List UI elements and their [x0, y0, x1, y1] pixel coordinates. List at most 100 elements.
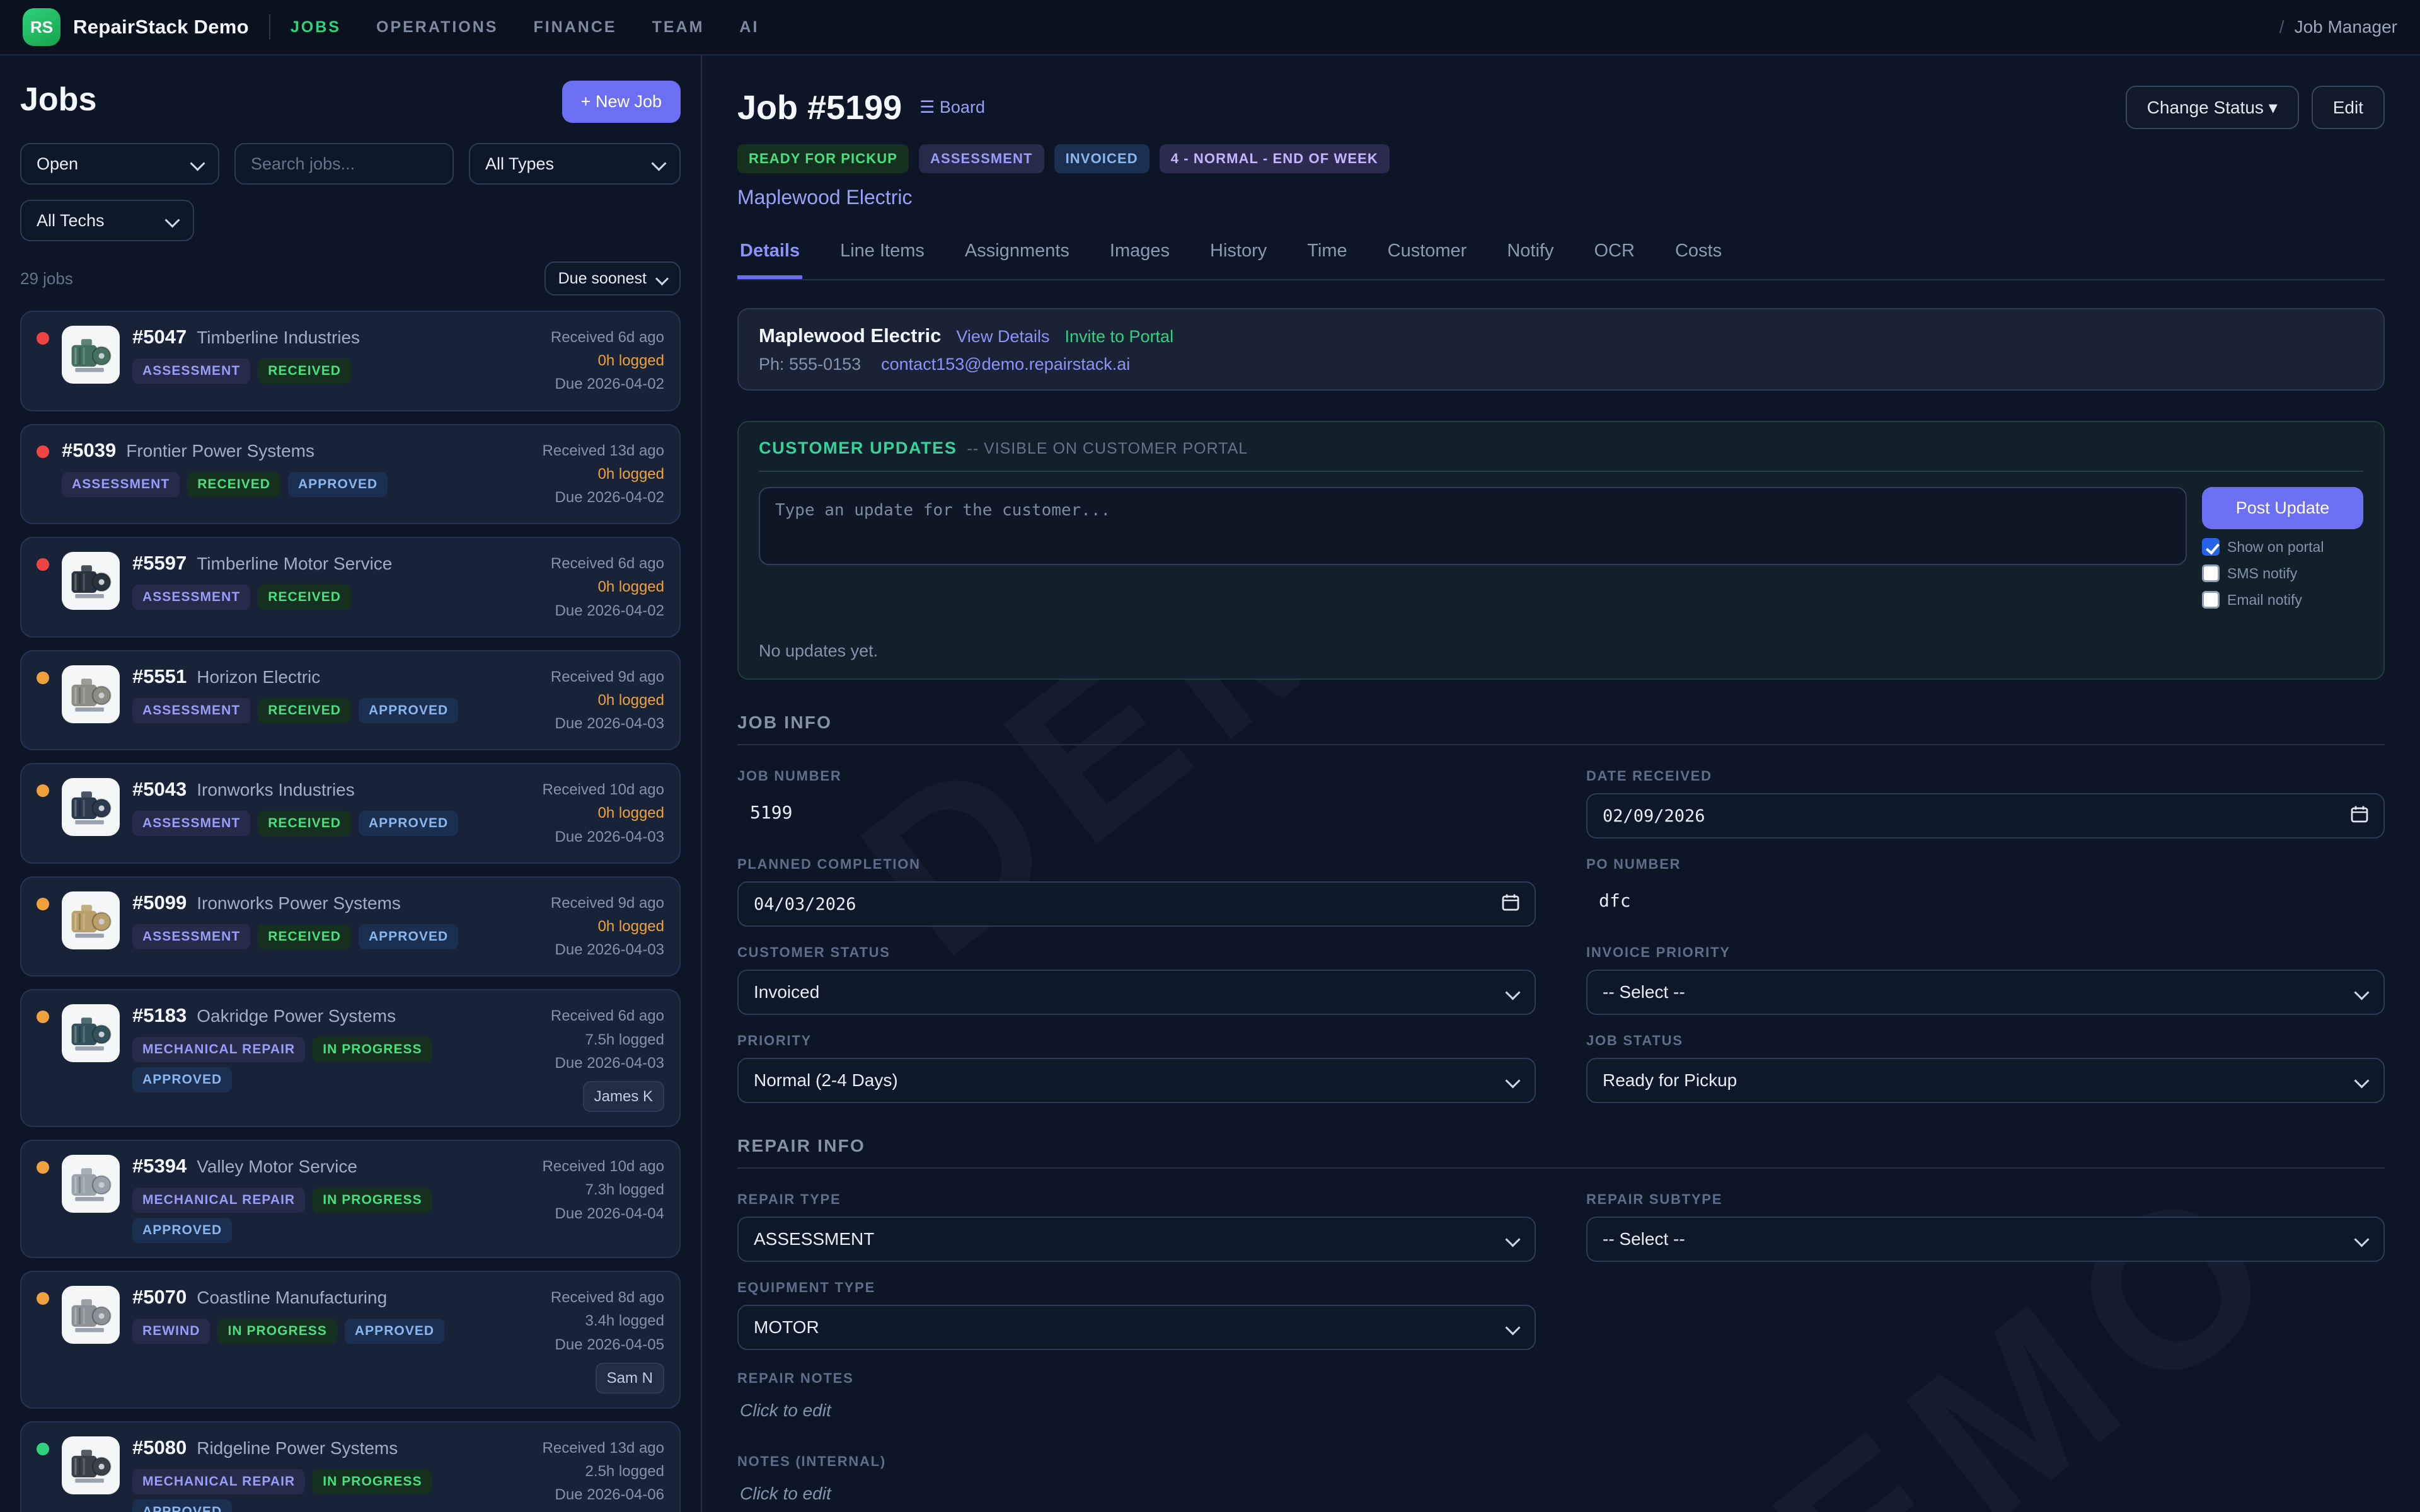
customer-status-select[interactable]: Invoiced [737, 970, 1536, 1015]
status-badge: RECEIVED [258, 811, 351, 836]
status-badge: APPROVED [132, 1499, 232, 1512]
repair-subtype-select[interactable]: -- Select -- [1586, 1217, 2385, 1262]
equipment-thumbnail [62, 326, 120, 384]
view-details-link[interactable]: View Details [956, 327, 1049, 346]
job-badges: ASSESSMENTRECEIVEDAPPROVED [132, 919, 503, 949]
update-textarea[interactable] [759, 487, 2187, 565]
job-id: #5039 [62, 439, 116, 462]
tab-images[interactable]: Images [1107, 229, 1172, 279]
status-badge: ASSESSMENT [132, 358, 250, 384]
tab-details[interactable]: Details [737, 229, 802, 279]
planned-completion-input[interactable]: 04/03/2026 [737, 881, 1536, 927]
email-notify-checkbox[interactable]: Email notify [2202, 591, 2363, 609]
page-title: Job #5199 [737, 88, 902, 127]
nav-item-finance[interactable]: FINANCE [533, 18, 616, 37]
tab-time[interactable]: Time [1305, 229, 1349, 279]
status-badge: REWIND [132, 1319, 210, 1344]
job-company: Ironworks Industries [197, 780, 355, 800]
updates-title: CUSTOMER UPDATES [759, 438, 957, 458]
status-badge: ASSESSMENT [132, 924, 250, 949]
repair-type-select[interactable]: ASSESSMENT [737, 1217, 1536, 1262]
checkbox-icon[interactable] [2202, 564, 2220, 582]
sms-notify-checkbox[interactable]: SMS notify [2202, 564, 2363, 582]
internal-notes-edit[interactable]: Click to edit [737, 1479, 2385, 1504]
updates-subtitle: -- VISIBLE ON CUSTOMER PORTAL [967, 440, 1248, 458]
job-card[interactable]: #5394 Valley Motor Service MECHANICAL RE… [20, 1140, 681, 1258]
customer-name-link[interactable]: Maplewood Electric [737, 186, 2385, 209]
top-nav: RS RepairStack Demo JOBSOPERATIONSFINANC… [0, 0, 2420, 55]
job-status-select[interactable]: Ready for Pickup [1586, 1058, 2385, 1103]
edit-button[interactable]: Edit [2312, 86, 2385, 129]
tab-costs[interactable]: Costs [1673, 229, 1724, 279]
nav-item-operations[interactable]: OPERATIONS [376, 18, 498, 37]
repair-subtype-value: -- Select -- [1603, 1229, 1685, 1249]
board-link[interactable]: ☰ Board [919, 98, 985, 117]
jobs-sidebar: Jobs + New Job Open Search jobs... All T… [0, 55, 702, 1512]
equipment-type-select[interactable]: MOTOR [737, 1305, 1536, 1350]
new-job-button[interactable]: + New Job [562, 81, 681, 123]
type-filter-select[interactable]: All Types [469, 143, 681, 185]
repair-subtype-label: REPAIR SUBTYPE [1586, 1191, 2385, 1208]
job-logged: 2.5h logged [516, 1460, 664, 1483]
change-status-button[interactable]: Change Status ▾ [2126, 86, 2299, 129]
sort-select[interactable]: Due soonest [544, 261, 681, 295]
job-company: Ridgeline Power Systems [197, 1438, 398, 1458]
invite-to-portal-link[interactable]: Invite to Portal [1064, 327, 1173, 346]
tab-line-items[interactable]: Line Items [838, 229, 927, 279]
job-header-badge: READY FOR PICKUP [737, 144, 909, 173]
repair-type-label: REPAIR TYPE [737, 1191, 1536, 1208]
job-card[interactable]: #5070 Coastline Manufacturing REWINDIN P… [20, 1271, 681, 1409]
job-card[interactable]: #5099 Ironworks Power Systems ASSESSMENT… [20, 876, 681, 977]
tab-notify[interactable]: Notify [1504, 229, 1556, 279]
job-info-heading: JOB INFO [737, 713, 2385, 745]
tab-assignments[interactable]: Assignments [962, 229, 1072, 279]
invoice-priority-select[interactable]: -- Select -- [1586, 970, 2385, 1015]
tab-ocr[interactable]: OCR [1591, 229, 1637, 279]
nav-item-team[interactable]: TEAM [652, 18, 705, 37]
equipment-thumbnail [62, 778, 120, 836]
priority-select[interactable]: Normal (2-4 Days) [737, 1058, 1536, 1103]
status-badge: APPROVED [132, 1218, 232, 1243]
status-badge: IN PROGRESS [313, 1469, 432, 1494]
job-due: Due 2026-04-03 [516, 712, 664, 735]
job-card[interactable]: #5039 Frontier Power Systems ASSESSMENTR… [20, 424, 681, 525]
job-id: #5047 [132, 326, 187, 348]
nav-item-ai[interactable]: AI [739, 18, 759, 37]
job-card[interactable]: #5597 Timberline Motor Service ASSESSMEN… [20, 537, 681, 638]
job-list: #5047 Timberline Industries ASSESSMENTRE… [20, 311, 681, 1512]
customer-summary-card: Maplewood Electric View Details Invite t… [737, 308, 2385, 391]
job-received: Received 9d ago [516, 665, 664, 689]
show-on-portal-checkbox[interactable]: Show on portal [2202, 538, 2363, 556]
status-filter-select[interactable]: Open [20, 143, 219, 185]
job-badges: MECHANICAL REPAIRIN PROGRESSAPPROVED [132, 1464, 503, 1512]
repair-notes-edit[interactable]: Click to edit [737, 1395, 2385, 1421]
app-window: RS RepairStack Demo JOBSOPERATIONSFINANC… [0, 0, 2420, 1512]
tech-filter-select[interactable]: All Techs [20, 200, 194, 241]
job-id: #5597 [132, 552, 187, 575]
job-card[interactable]: #5043 Ironworks Industries ASSESSMENTREC… [20, 763, 681, 864]
job-card[interactable]: #5080 Ridgeline Power Systems MECHANICAL… [20, 1421, 681, 1512]
calendar-icon[interactable] [2351, 805, 2368, 827]
customer-status-value: Invoiced [754, 982, 819, 1002]
checkbox-icon[interactable] [2202, 538, 2220, 556]
job-card[interactable]: #5047 Timberline Industries ASSESSMENTRE… [20, 311, 681, 411]
post-update-button[interactable]: Post Update [2202, 487, 2363, 529]
date-received-input[interactable]: 02/09/2026 [1586, 793, 2385, 839]
job-card[interactable]: #5183 Oakridge Power Systems MECHANICAL … [20, 989, 681, 1127]
status-dot-icon [37, 445, 49, 458]
job-received: Received 10d ago [516, 1155, 664, 1178]
nav-item-jobs[interactable]: JOBS [291, 18, 341, 37]
job-company: Frontier Power Systems [126, 441, 314, 461]
job-due: Due 2026-04-03 [516, 825, 664, 849]
planned-completion-label: PLANNED COMPLETION [737, 856, 1536, 873]
job-card[interactable]: #5551 Horizon Electric ASSESSMENTRECEIVE… [20, 650, 681, 751]
tab-history[interactable]: History [1207, 229, 1269, 279]
job-due: Due 2026-04-02 [516, 372, 664, 396]
search-input[interactable]: Search jobs... [234, 143, 454, 185]
status-badge: RECEIVED [258, 585, 351, 610]
calendar-icon[interactable] [1502, 893, 1519, 915]
checkbox-icon[interactable] [2202, 591, 2220, 609]
tab-customer[interactable]: Customer [1385, 229, 1470, 279]
customer-email-link[interactable]: contact153@demo.repairstack.ai [881, 355, 1130, 374]
equipment-thumbnail [62, 1004, 120, 1062]
